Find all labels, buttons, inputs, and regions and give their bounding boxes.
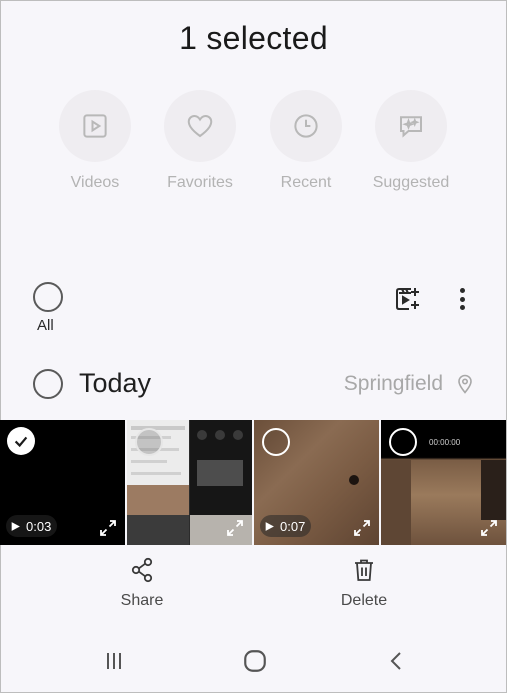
screenshot-dot <box>215 430 225 440</box>
bottom-action-bar: Share Delete <box>0 556 507 616</box>
recent-apps-button[interactable] <box>99 646 129 676</box>
expand-icon[interactable] <box>353 519 371 537</box>
recent-apps-icon <box>107 653 121 669</box>
share-icon <box>131 557 153 583</box>
selected-check-icon[interactable] <box>7 427 35 455</box>
expand-icon[interactable] <box>99 519 117 537</box>
home-button[interactable] <box>240 646 270 676</box>
home-icon <box>244 650 266 672</box>
screenshot-photo <box>127 485 189 515</box>
video-duration-badge: 0:07 <box>260 515 312 537</box>
clock-icon <box>294 114 318 138</box>
delete-label: Delete <box>340 592 388 609</box>
media-grid: 0:03 0:07 00:00:00 <box>0 420 507 545</box>
group-select-checkbox[interactable] <box>33 369 63 399</box>
floor-shadow <box>381 460 411 545</box>
shortcut-recent[interactable]: Recent <box>251 90 361 192</box>
shortcut-videos[interactable]: Videos <box>40 90 150 192</box>
more-options-button[interactable] <box>450 284 474 314</box>
more-dot <box>459 305 465 310</box>
location-pin-icon[interactable] <box>457 374 473 394</box>
screenshot-line <box>131 472 181 475</box>
screenshot-dot <box>233 430 243 440</box>
expand-icon[interactable] <box>226 519 244 537</box>
create-video-icon <box>396 288 419 310</box>
shortcut-recent-circle <box>270 90 342 162</box>
shortcut-videos-circle <box>59 90 131 162</box>
more-dot <box>459 288 465 293</box>
date-group-header: Today Springfield <box>0 362 507 406</box>
select-all-row: All <box>0 282 507 342</box>
floor-object <box>349 475 359 485</box>
media-item-screen-recording[interactable]: 00:00:00 <box>381 420 506 545</box>
shortcut-suggested-circle <box>375 90 447 162</box>
play-icon <box>11 521 20 531</box>
group-date-label: Today <box>79 368 152 398</box>
group-location-label[interactable]: Springfield <box>344 372 443 396</box>
back-button[interactable] <box>382 646 412 676</box>
media-item-video-selected[interactable]: 0:03 <box>0 420 125 545</box>
delete-button[interactable]: Delete <box>314 556 414 610</box>
create-video-button[interactable] <box>393 284 423 314</box>
play-icon <box>265 521 274 531</box>
heart-icon <box>187 114 213 138</box>
screenshot-thumb <box>197 460 243 486</box>
shortcut-favorites-label: Favorites <box>167 174 233 191</box>
share-label: Share <box>120 592 164 609</box>
more-dot <box>459 296 465 302</box>
system-navigation-bar <box>0 640 507 680</box>
doorway <box>481 460 506 520</box>
checkmark-icon <box>14 436 28 448</box>
selection-title: 1 selected <box>179 20 328 56</box>
shortcut-suggested[interactable]: Suggested <box>356 90 466 192</box>
unselected-check-circle[interactable] <box>135 428 163 456</box>
video-duration-text: 0:03 <box>26 518 52 534</box>
screenshot-line <box>131 460 167 463</box>
select-all-checkbox[interactable] <box>33 282 63 312</box>
shortcut-suggested-label: Suggested <box>372 174 450 191</box>
video-play-icon <box>83 114 107 138</box>
unselected-check-circle[interactable] <box>262 428 290 456</box>
shortcut-favorites[interactable]: Favorites <box>145 90 255 192</box>
shortcut-videos-label: Videos <box>70 174 120 191</box>
media-item-screenshot[interactable] <box>127 420 252 545</box>
unselected-check-circle[interactable] <box>389 428 417 456</box>
media-item-video[interactable]: 0:07 <box>254 420 379 545</box>
shortcut-bar: Videos Favorites Recent Suggested <box>0 90 507 200</box>
screenshot-line <box>131 426 185 430</box>
expand-icon[interactable] <box>480 519 498 537</box>
trash-icon <box>355 559 373 581</box>
video-duration-text: 0:07 <box>280 518 306 534</box>
screenshot-dot <box>197 430 207 440</box>
video-duration-badge: 0:03 <box>6 515 58 537</box>
select-all-label: All <box>37 317 54 334</box>
recording-timer-text: 00:00:00 <box>429 438 461 447</box>
sparkle-chat-icon <box>400 116 422 138</box>
shortcut-favorites-circle <box>164 90 236 162</box>
shortcut-recent-label: Recent <box>280 174 332 191</box>
share-button[interactable]: Share <box>92 556 192 610</box>
screenshot-photo <box>127 515 189 545</box>
back-chevron-icon <box>390 652 401 670</box>
